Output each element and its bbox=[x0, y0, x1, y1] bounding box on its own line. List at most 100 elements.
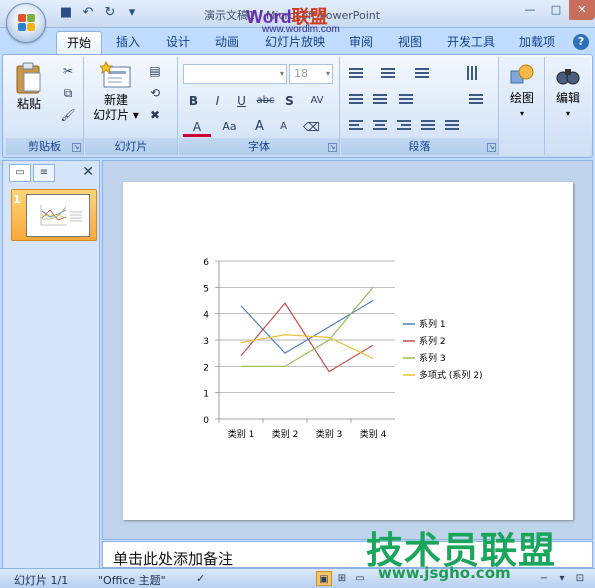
shadow-button[interactable]: S bbox=[279, 91, 300, 111]
slides-pane: ▭ ≡ ✕ 1 bbox=[2, 160, 100, 570]
slides-group-label: 幻灯片 bbox=[85, 138, 177, 155]
strikethrough-button[interactable]: abc bbox=[255, 91, 276, 111]
line-chart[interactable]: 0 1 2 3 4 5 6 类别 1 类别 2 类别 3 类别 4 系列 1 系列 2 系列 3 多项式 (… bbox=[123, 182, 573, 520]
zoom-out-icon[interactable]: − bbox=[536, 571, 552, 586]
copy-icon[interactable]: ⧉ bbox=[58, 83, 78, 103]
slideshow-view-icon[interactable]: ▭ bbox=[352, 571, 368, 586]
customize-icon[interactable]: ▾ bbox=[124, 5, 140, 21]
delete-slide-icon[interactable]: ✖ bbox=[145, 105, 165, 125]
quick-access-toolbar: ■ ↶ ↻ ▾ bbox=[58, 5, 140, 21]
watermark-bottom-url: www.jsgho.com bbox=[378, 564, 511, 582]
tab-developer[interactable]: 开发工具 bbox=[440, 31, 502, 54]
pane-close-icon[interactable]: ✕ bbox=[82, 164, 94, 180]
notes-placeholder: 单击此处添加备注 bbox=[113, 550, 234, 568]
clipboard-group: 粘贴 ✂ ⧉ 🖌 剪贴板 ↘ bbox=[6, 57, 84, 155]
char-spacing-button[interactable]: AV bbox=[303, 91, 331, 111]
tab-animations[interactable]: 动画 bbox=[207, 31, 247, 54]
new-slide-button[interactable]: 新建 幻灯片 ▾ bbox=[91, 61, 141, 123]
font-color-button[interactable]: A bbox=[183, 117, 211, 137]
format-painter-icon[interactable]: 🖌 bbox=[58, 105, 78, 125]
bold-button[interactable]: B bbox=[183, 91, 204, 111]
binoculars-icon bbox=[556, 69, 580, 85]
italic-button[interactable]: I bbox=[207, 91, 228, 111]
drawing-button[interactable]: 绘图 ▾ bbox=[502, 63, 542, 121]
tab-addins[interactable]: 加载项 bbox=[512, 31, 562, 54]
numbering-icon[interactable] bbox=[377, 63, 399, 83]
distribute-icon[interactable] bbox=[441, 115, 463, 135]
thumbnail-chart bbox=[40, 205, 82, 226]
change-case-button[interactable]: Aa bbox=[219, 117, 240, 137]
y-tick-label: 0 bbox=[203, 416, 209, 426]
legend-label: 多项式 (系列 2) bbox=[419, 369, 482, 381]
font-size-combo[interactable]: 18 ▾ bbox=[289, 64, 333, 84]
paragraph-launcher-icon[interactable]: ↘ bbox=[487, 143, 496, 152]
tab-insert[interactable]: 插入 bbox=[108, 31, 148, 54]
x-tick-label: 类别 1 bbox=[228, 428, 255, 440]
spellcheck-icon[interactable]: ✓ bbox=[196, 572, 205, 585]
editing-group: 编辑 ▾ bbox=[546, 57, 590, 155]
shrink-font-button[interactable]: A bbox=[273, 117, 294, 137]
zoom-slider[interactable]: ▾ bbox=[554, 571, 570, 586]
clear-format-icon[interactable]: ⌫ bbox=[301, 117, 322, 137]
tab-slideshow[interactable]: 幻灯片放映 bbox=[258, 31, 332, 54]
title-bar: ■ ↶ ↻ ▾ 演示文稿1 - Microsoft PowerPoint Wor… bbox=[0, 0, 595, 43]
slide-editing-area: 0 1 2 3 4 5 6 类别 1 类别 2 类别 3 类别 4 系列 1 系列 2 系列 3 多项式 (… bbox=[102, 160, 593, 540]
office-logo-icon bbox=[18, 14, 36, 32]
slide-canvas[interactable]: 0 1 2 3 4 5 6 类别 1 类别 2 类别 3 类别 4 系列 1 系列 2 系列 3 多项式 (… bbox=[123, 182, 573, 520]
legend-label: 系列 1 bbox=[419, 318, 446, 330]
normal-view-icon[interactable]: ▣ bbox=[316, 571, 332, 586]
align-text-icon[interactable] bbox=[465, 89, 487, 109]
x-tick-label: 类别 2 bbox=[272, 428, 299, 440]
legend-label: 系列 2 bbox=[419, 335, 446, 347]
justify-icon[interactable] bbox=[417, 115, 439, 135]
slide-sorter-icon[interactable]: ⊞ bbox=[334, 571, 350, 586]
reset-icon[interactable]: ⟲ bbox=[145, 83, 165, 103]
align-left-icon[interactable] bbox=[345, 115, 367, 135]
cut-icon[interactable]: ✂ bbox=[58, 61, 78, 81]
grow-font-button[interactable]: A bbox=[249, 117, 270, 137]
bullets-icon[interactable] bbox=[345, 63, 367, 83]
align-center-icon[interactable] bbox=[369, 115, 391, 135]
font-launcher-icon[interactable]: ↘ bbox=[328, 143, 337, 152]
y-tick-label: 4 bbox=[203, 311, 209, 321]
layout-icon[interactable]: ▤ bbox=[145, 61, 165, 81]
columns-icon[interactable] bbox=[395, 89, 417, 109]
slide-thumbnail[interactable] bbox=[26, 194, 90, 237]
line-spacing-icon[interactable] bbox=[411, 63, 433, 83]
tab-design[interactable]: 设计 bbox=[158, 31, 198, 54]
y-tick-label: 6 bbox=[203, 258, 209, 268]
x-tick-label: 类别 4 bbox=[360, 428, 387, 440]
drawing-group: 绘图 ▾ bbox=[500, 57, 545, 155]
redo-icon[interactable]: ↻ bbox=[102, 5, 118, 21]
office-button[interactable] bbox=[6, 3, 46, 43]
text-direction-icon[interactable] bbox=[461, 63, 483, 83]
tab-view[interactable]: 视图 bbox=[390, 31, 430, 54]
help-icon[interactable]: ? bbox=[573, 34, 589, 50]
maximize-icon[interactable]: □ bbox=[543, 0, 569, 20]
slides-tab-icon[interactable]: ▭ bbox=[9, 164, 31, 182]
editing-button[interactable]: 编辑 ▾ bbox=[548, 63, 588, 121]
clipboard-launcher-icon[interactable]: ↘ bbox=[72, 143, 81, 152]
font-name-combo[interactable]: ▾ bbox=[183, 64, 287, 84]
save-icon[interactable]: ■ bbox=[58, 5, 74, 21]
x-tick-label: 类别 3 bbox=[316, 428, 343, 440]
font-group: ▾ 18 ▾ B I U abc S AV A Aa A A ⌫ 字体 ↘ bbox=[179, 57, 340, 155]
paste-button[interactable]: 粘贴 bbox=[10, 61, 48, 112]
undo-icon[interactable]: ↶ bbox=[80, 5, 96, 21]
tab-home[interactable]: 开始 bbox=[56, 31, 102, 54]
outline-tab-icon[interactable]: ≡ bbox=[33, 164, 55, 182]
paragraph-group-label: 段落 bbox=[341, 138, 498, 155]
minimize-icon[interactable]: — bbox=[517, 0, 543, 20]
close-icon[interactable]: ✕ bbox=[569, 0, 595, 20]
increase-indent-icon[interactable] bbox=[369, 89, 391, 109]
align-right-icon[interactable] bbox=[393, 115, 415, 135]
legend-label: 系列 3 bbox=[419, 352, 446, 364]
y-tick-label: 5 bbox=[203, 284, 209, 294]
y-tick-label: 1 bbox=[203, 390, 209, 400]
decrease-indent-icon[interactable] bbox=[345, 89, 367, 109]
underline-button[interactable]: U bbox=[231, 91, 252, 111]
fit-window-icon[interactable]: ⊡ bbox=[572, 571, 588, 586]
window-controls: — □ ✕ bbox=[517, 0, 595, 20]
ribbon: 粘贴 ✂ ⧉ 🖌 剪贴板 ↘ 新建 幻灯片 ▾ ▤ ⟲ ✖ 幻灯片 ▾ 18 ▾… bbox=[2, 54, 593, 158]
tab-review[interactable]: 审阅 bbox=[341, 31, 381, 54]
